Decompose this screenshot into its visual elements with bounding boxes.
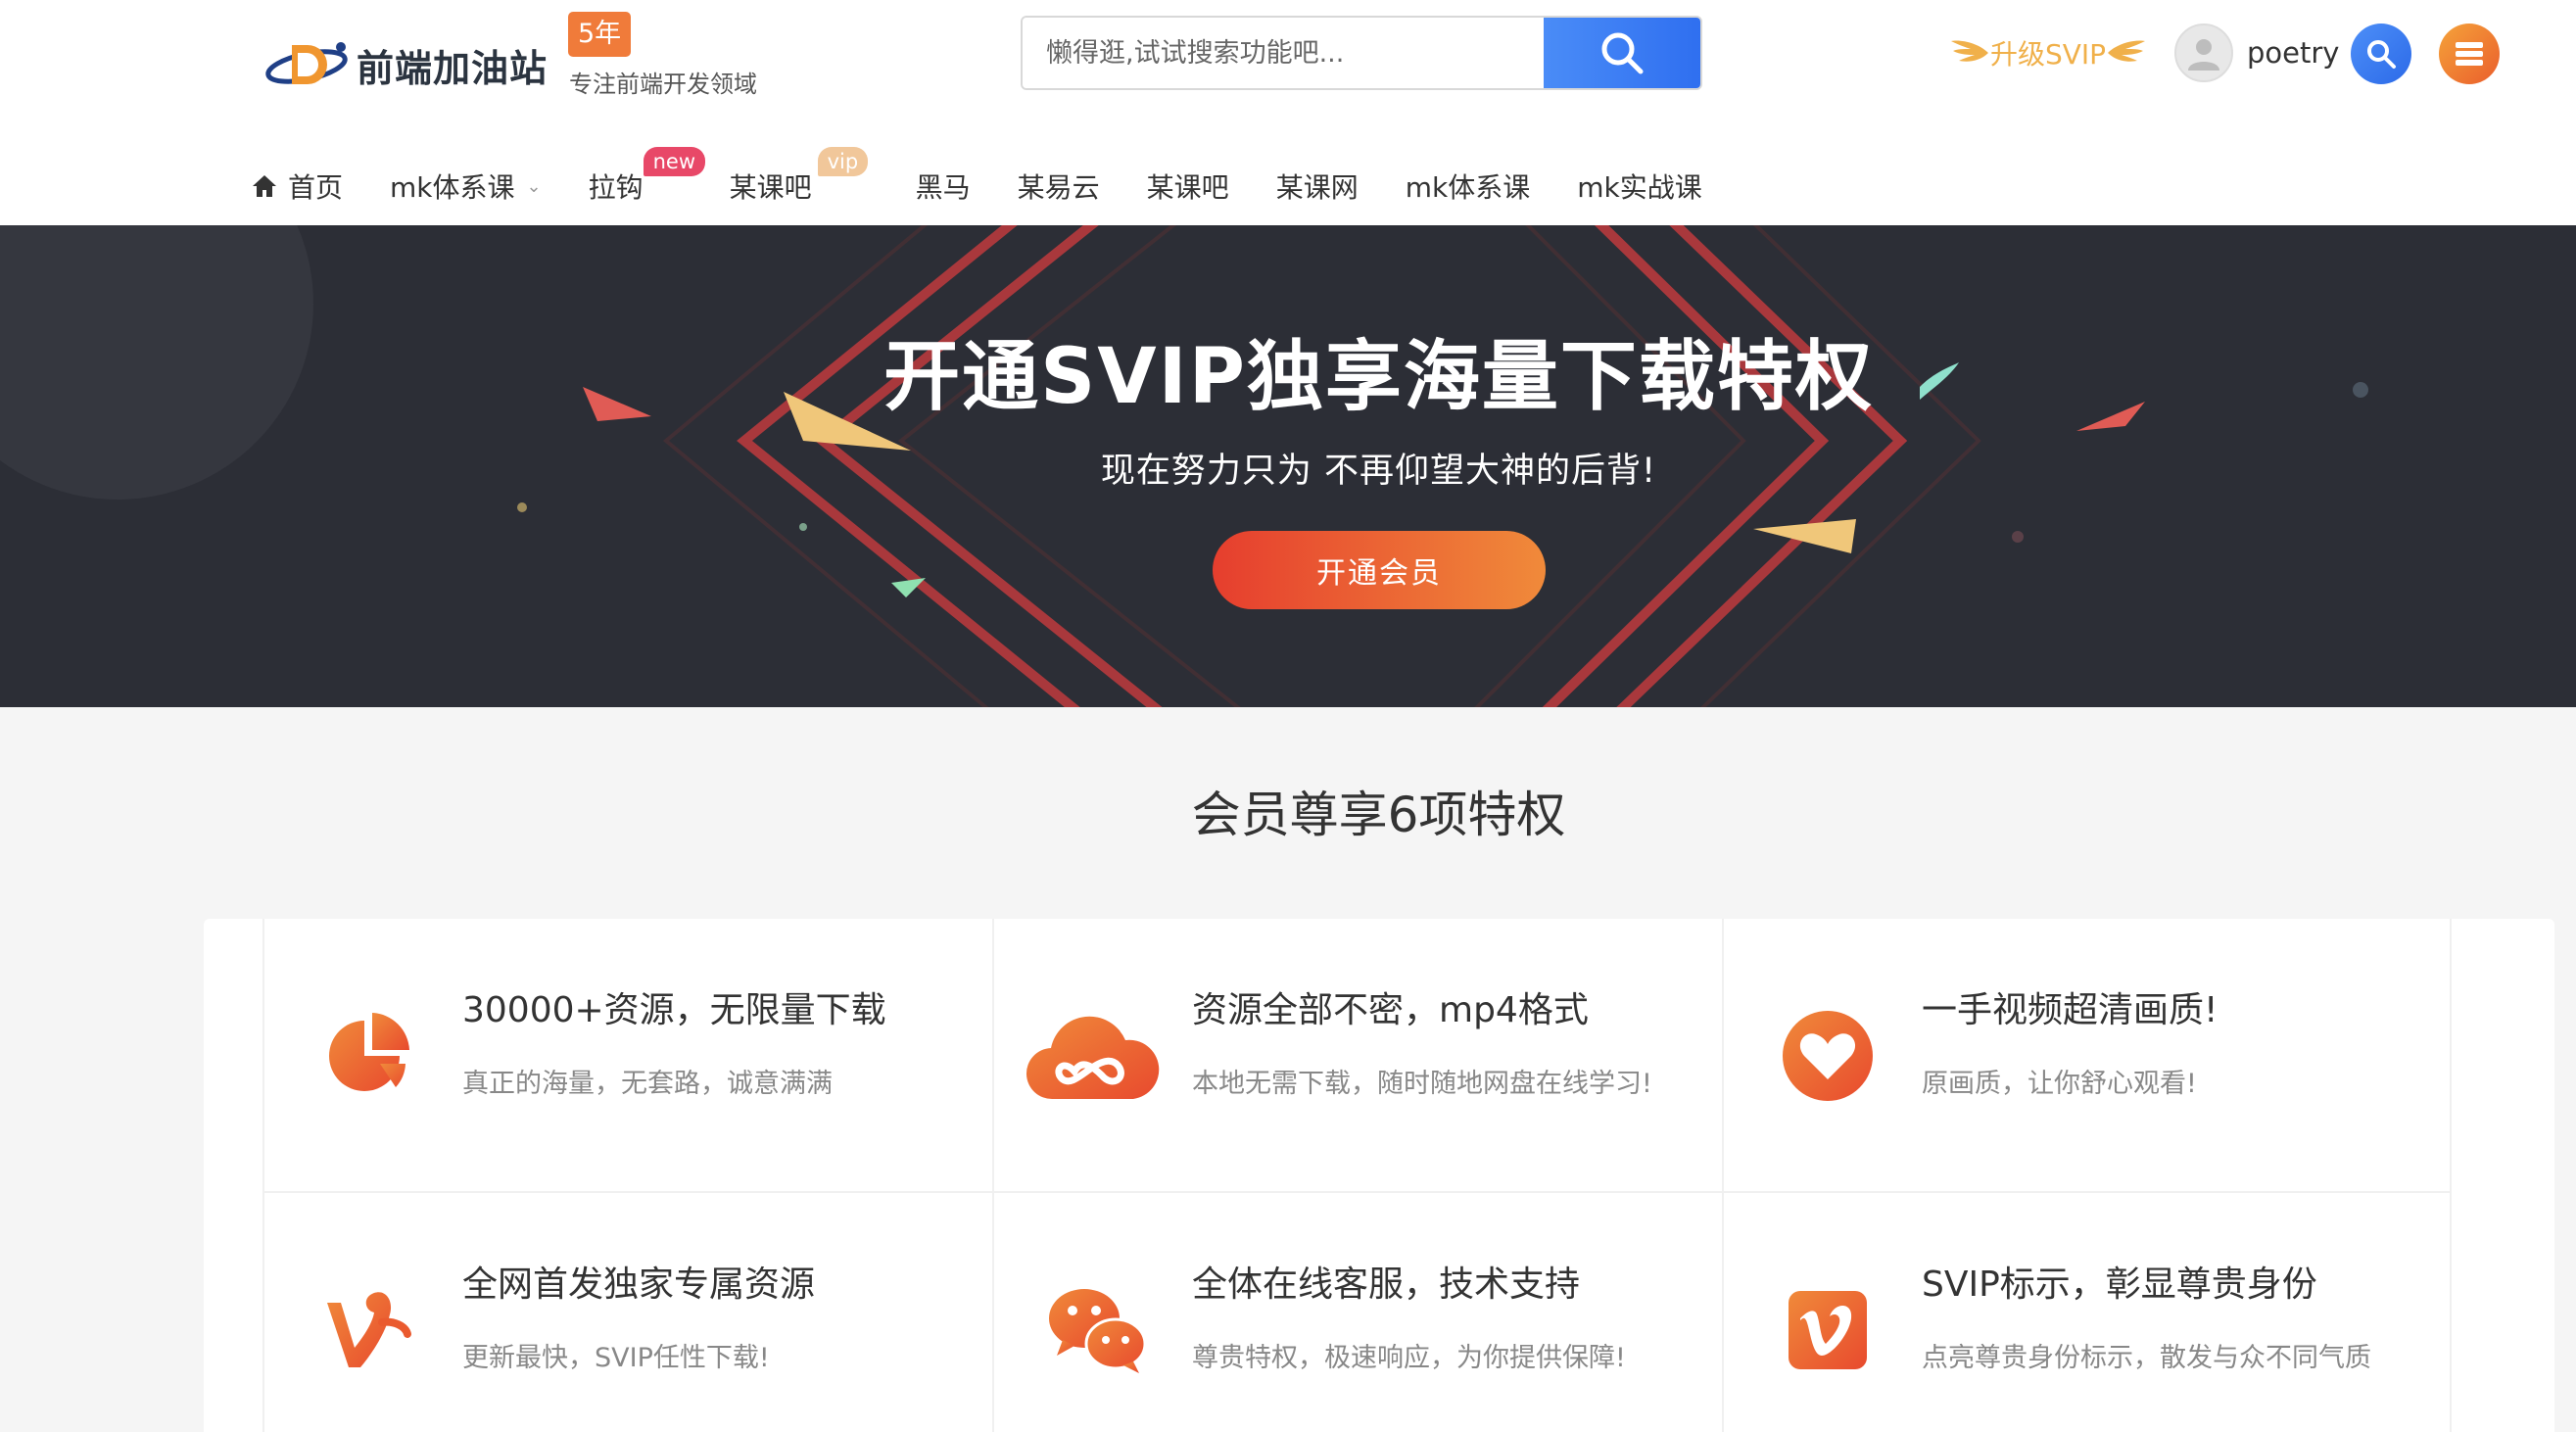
nav-label: 某课吧 bbox=[729, 171, 812, 204]
left-wing-icon bbox=[1951, 40, 1988, 62]
wechat-icon bbox=[1043, 1275, 1153, 1385]
benefits-grid: 30000+资源，无限量下载 真正的海量，无套路，诚意满满 资源全部不密，mp4… bbox=[262, 919, 2457, 1432]
nav-label: 首页 bbox=[288, 171, 344, 204]
user-icon bbox=[2188, 39, 2219, 71]
vimeo-icon bbox=[1773, 1275, 1883, 1385]
svip-banner: 开通SVIP独享海量下载特权 现在努力只为 不再仰望大神的后背! 开通会员 bbox=[0, 225, 2576, 707]
logo-mark-icon bbox=[262, 35, 351, 94]
main-nav: 首页 mk体系课 ⌄ 拉钩 new 某课吧 vip 黑马 某易云 某课吧 某课网… bbox=[251, 147, 1749, 210]
benefit-title: 全网首发独家专属资源 bbox=[462, 1265, 816, 1305]
banner-title: 开通SVIP独享海量下载特权 bbox=[883, 333, 1874, 421]
benefit-title: 一手视频超清画质! bbox=[1922, 990, 2218, 1030]
nav-label: 黑马 bbox=[915, 171, 971, 204]
upgrade-svip-label: 升级SVIP bbox=[1990, 38, 2107, 71]
avatar[interactable] bbox=[2174, 24, 2233, 82]
open-membership-button[interactable]: 开通会员 bbox=[1213, 531, 1546, 609]
site-header: 前端加油站 5年 专注前端开发领域 升级SVIP poetry bbox=[0, 0, 2576, 225]
nav-label: mk体系课 bbox=[1405, 171, 1531, 204]
nav-label: mk实战课 bbox=[1577, 171, 1702, 204]
benefit-item: SVIP标示，彰显尊贵身份 点亮尊贵身份标示，散发与众不同气质 bbox=[1722, 1193, 2452, 1432]
nav-label: mk体系课 bbox=[390, 171, 515, 204]
benefit-item: 一手视频超清画质! 原画质，让你舒心观看! bbox=[1722, 919, 2452, 1193]
benefit-desc: 真正的海量，无套路，诚意满满 bbox=[462, 1069, 833, 1099]
nav-item-home[interactable]: 首页 bbox=[251, 167, 343, 206]
nav-label: 某课吧 bbox=[1146, 171, 1229, 204]
menu-icon bbox=[2456, 42, 2483, 66]
benefit-title: 全体在线客服，技术支持 bbox=[1192, 1265, 1581, 1305]
nav-item-lagou[interactable]: 拉钩 new bbox=[588, 147, 706, 206]
nav-item-mk-system[interactable]: mk体系课 ⌄ bbox=[390, 167, 542, 206]
nav-label: 某课网 bbox=[1275, 171, 1359, 204]
right-wing-icon bbox=[2108, 40, 2146, 62]
benefit-title: SVIP标示，彰显尊贵身份 bbox=[1922, 1265, 2317, 1305]
pie-chart-icon bbox=[313, 1001, 423, 1111]
search-icon bbox=[2367, 40, 2396, 69]
benefit-desc: 尊贵特权，极速响应，为你提供保障! bbox=[1192, 1343, 1626, 1373]
banner-subtitle: 现在努力只为 不再仰望大神的后背! bbox=[1100, 452, 1657, 491]
benefit-desc: 点亮尊贵身份标示，散发与众不同气质 bbox=[1922, 1343, 2371, 1373]
vip-badge: vip bbox=[817, 147, 869, 176]
benefit-item: 全网首发独家专属资源 更新最快，SVIP任性下载! bbox=[262, 1193, 992, 1432]
years-badge: 5年 bbox=[568, 12, 632, 57]
benefit-item: 全体在线客服，技术支持 尊贵特权，极速响应，为你提供保障! bbox=[992, 1193, 1722, 1432]
cloud-infinity-icon bbox=[1024, 1001, 1161, 1111]
chevron-down-icon: ⌄ bbox=[526, 175, 542, 197]
username: poetry bbox=[2247, 36, 2340, 70]
nav-label: 拉钩 bbox=[588, 171, 644, 204]
nav-item-keba[interactable]: 某课吧 bbox=[1147, 167, 1229, 206]
search-input[interactable] bbox=[1023, 18, 1544, 88]
nav-item-mk-system-2[interactable]: mk体系课 bbox=[1406, 167, 1531, 206]
benefit-title: 资源全部不密，mp4格式 bbox=[1192, 990, 1589, 1030]
benefit-desc: 更新最快，SVIP任性下载! bbox=[462, 1343, 770, 1373]
benefit-title: 30000+资源，无限量下载 bbox=[462, 990, 886, 1030]
heart-icon bbox=[1773, 1001, 1883, 1111]
nav-item-kewang[interactable]: 某课网 bbox=[1276, 167, 1359, 206]
benefit-item: 资源全部不密，mp4格式 本地无需下载，随时随地网盘在线学习! bbox=[992, 919, 1722, 1193]
benefit-desc: 原画质，让你舒心观看! bbox=[1922, 1069, 2197, 1099]
vine-icon bbox=[313, 1275, 423, 1385]
new-badge: new bbox=[643, 147, 706, 176]
benefit-desc: 本地无需下载，随时随地网盘在线学习! bbox=[1192, 1069, 1652, 1099]
nav-item-kouba[interactable]: 某课吧 vip bbox=[729, 147, 869, 206]
user-menu[interactable]: poetry bbox=[2174, 24, 2339, 82]
nav-item-yiyun[interactable]: 某易云 bbox=[1018, 167, 1100, 206]
search-button[interactable] bbox=[1544, 18, 1700, 88]
benefit-item: 30000+资源，无限量下载 真正的海量，无套路，诚意满满 bbox=[262, 919, 992, 1193]
search-bar bbox=[1021, 16, 1702, 90]
home-icon bbox=[253, 175, 276, 197]
upgrade-svip-link[interactable]: 升级SVIP bbox=[1949, 33, 2147, 72]
nav-item-mk-practice[interactable]: mk实战课 bbox=[1577, 167, 1702, 206]
header-search-button[interactable] bbox=[2351, 24, 2411, 84]
logo-text: 前端加油站 bbox=[357, 45, 549, 90]
site-logo[interactable]: 前端加油站 bbox=[262, 25, 548, 104]
nav-label: 某易云 bbox=[1017, 171, 1100, 204]
benefits-title: 会员尊享6项特权 bbox=[1191, 787, 1566, 843]
nav-item-heima[interactable]: 黑马 bbox=[916, 167, 971, 206]
header-menu-button[interactable] bbox=[2439, 24, 2500, 84]
site-tagline: 专注前端开发领域 bbox=[569, 71, 757, 98]
search-icon bbox=[1601, 32, 1644, 74]
